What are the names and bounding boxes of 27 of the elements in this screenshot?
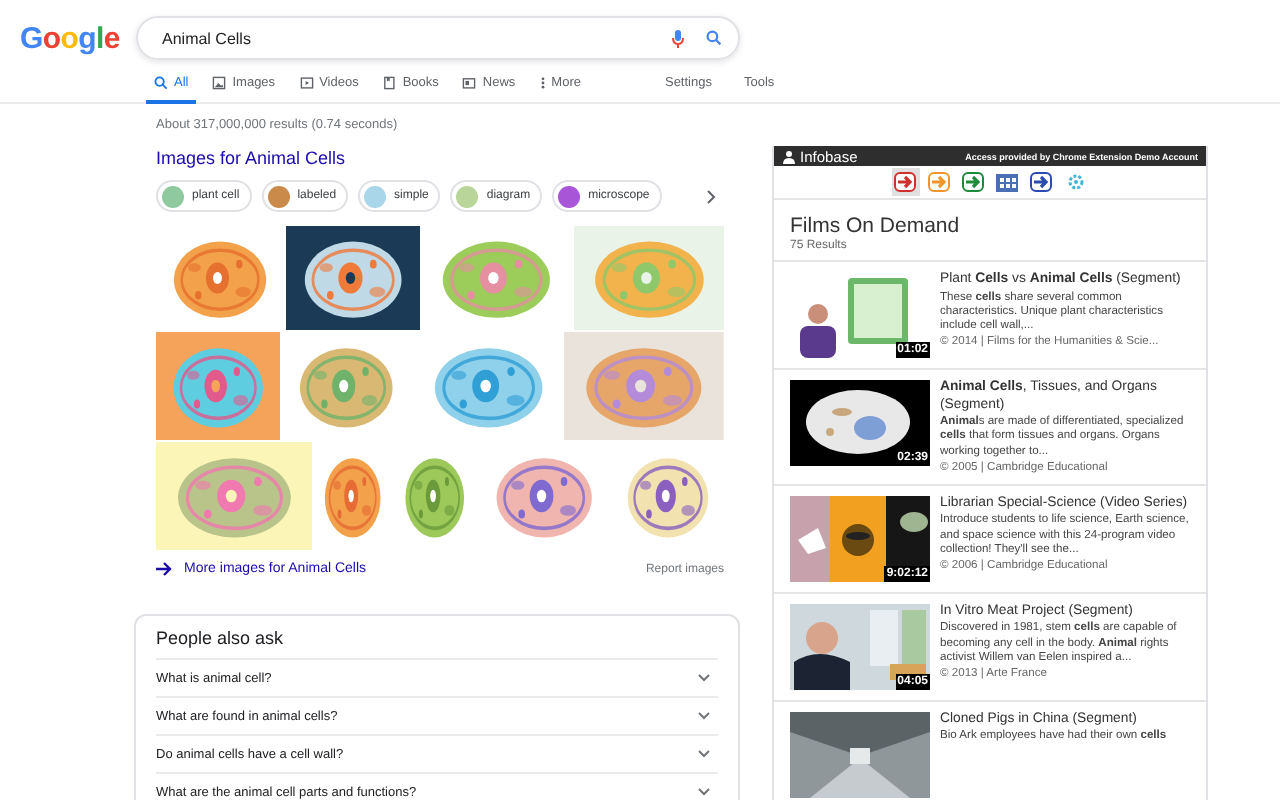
arrow-icon bbox=[1030, 172, 1052, 192]
toolbar-button[interactable] bbox=[1027, 168, 1055, 196]
search-icon bbox=[154, 76, 168, 90]
images-heading-link[interactable]: Images for Animal Cells bbox=[134, 132, 740, 168]
play-icon bbox=[299, 76, 314, 90]
gear-icon bbox=[1065, 172, 1085, 192]
image-icon bbox=[212, 76, 227, 90]
arrow-icon bbox=[928, 172, 950, 192]
panel-title: People also ask bbox=[156, 626, 286, 652]
arrow-icon bbox=[962, 172, 984, 192]
search-bar[interactable]: Animal Cells bbox=[136, 16, 740, 60]
news-icon bbox=[462, 76, 477, 90]
more-icon bbox=[539, 76, 546, 90]
microphone-icon[interactable] bbox=[672, 29, 684, 47]
grid-icon bbox=[996, 173, 1018, 191]
toolbar-button[interactable] bbox=[891, 168, 919, 196]
toolbar-button[interactable] bbox=[993, 168, 1021, 196]
search-icon[interactable] bbox=[706, 30, 722, 46]
search-input[interactable]: Animal Cells bbox=[162, 29, 672, 47]
toolbar-button[interactable] bbox=[959, 168, 987, 196]
person-icon bbox=[782, 149, 796, 163]
chevron-right-icon[interactable] bbox=[706, 189, 716, 203]
arrow-right-icon bbox=[156, 562, 172, 576]
google-logo[interactable]: Google bbox=[20, 21, 136, 55]
arrow-icon bbox=[894, 172, 916, 192]
book-icon bbox=[382, 76, 397, 90]
films-heading: Films On Demand bbox=[788, 212, 962, 238]
